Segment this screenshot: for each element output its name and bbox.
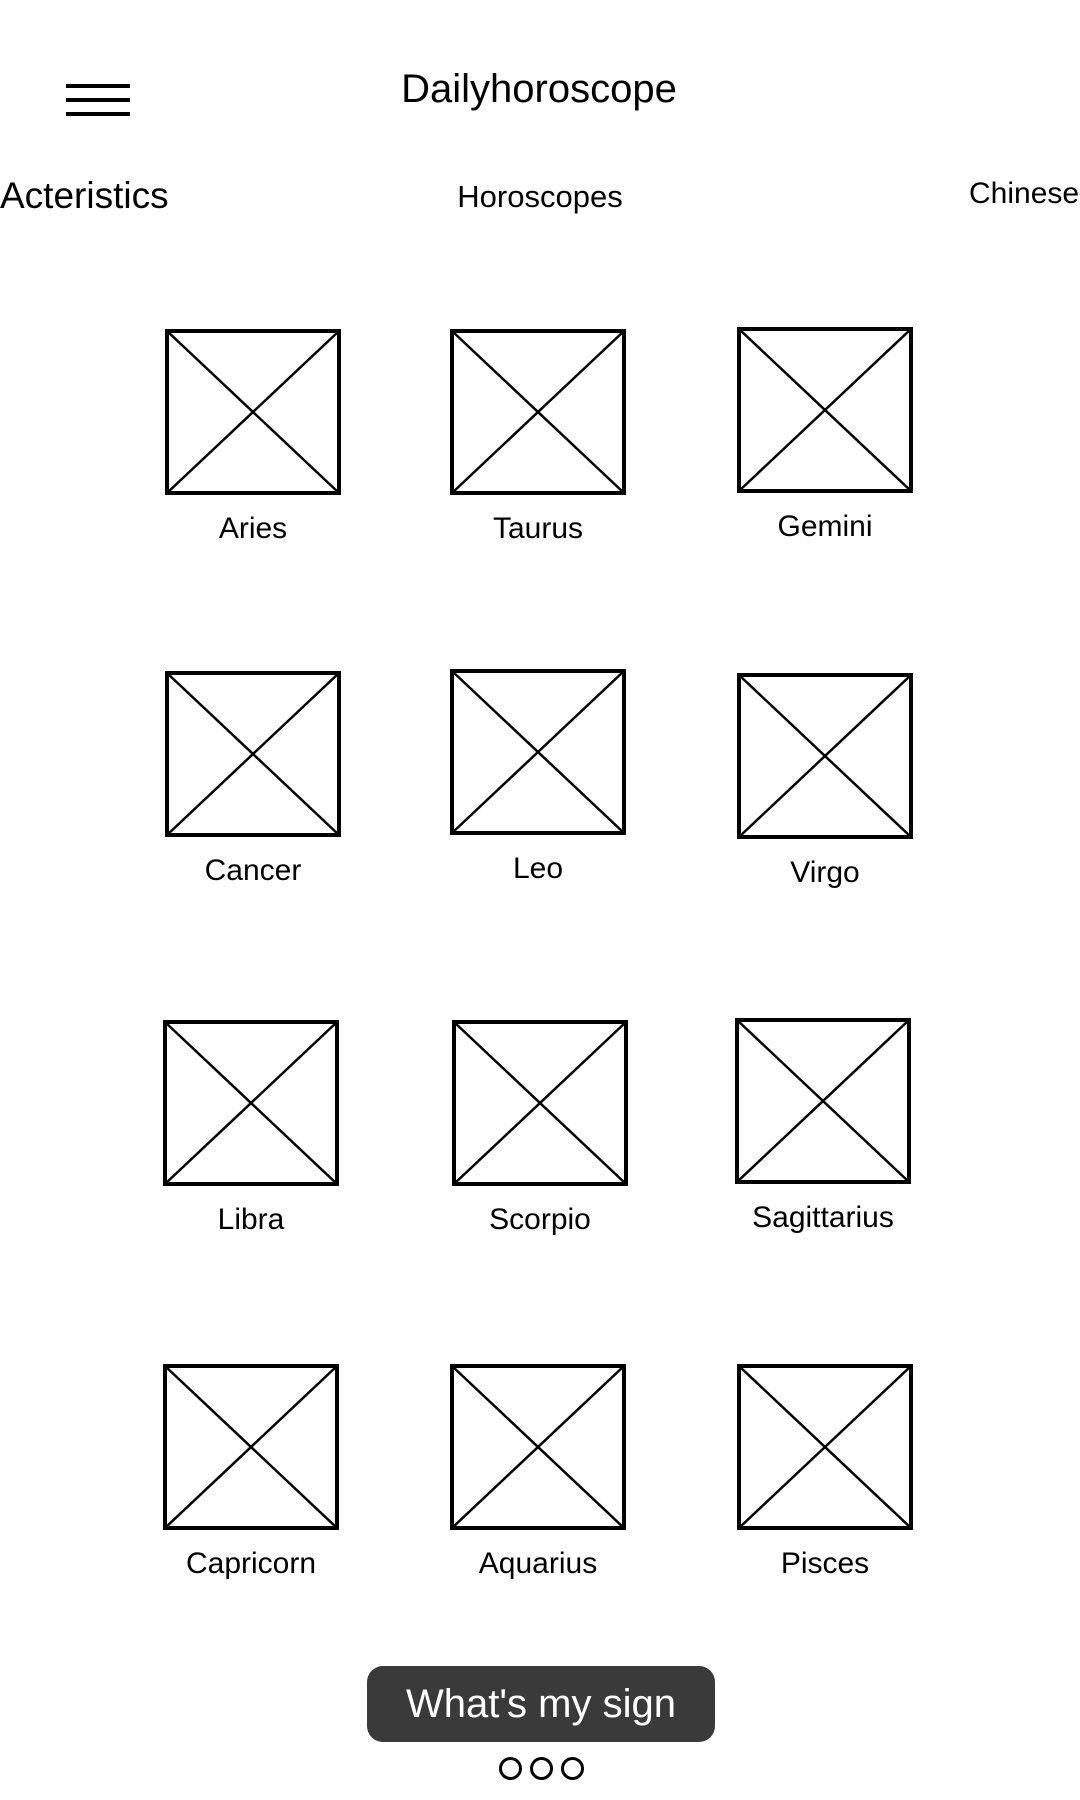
sign-virgo[interactable]: Virgo bbox=[715, 673, 935, 891]
sign-label: Capricorn bbox=[185, 1547, 317, 1580]
sign-label: Virgo bbox=[790, 856, 860, 889]
sign-label: Pisces bbox=[780, 1547, 870, 1580]
sign-label: Taurus bbox=[492, 512, 584, 545]
image-placeholder-icon bbox=[163, 1364, 339, 1530]
image-placeholder-icon bbox=[165, 671, 341, 837]
sign-leo[interactable]: Leo bbox=[428, 669, 648, 887]
image-placeholder-icon bbox=[735, 1018, 911, 1184]
page-dot[interactable] bbox=[530, 1757, 553, 1780]
sign-aquarius[interactable]: Aquarius bbox=[428, 1364, 648, 1582]
sign-label: Aquarius bbox=[478, 1547, 598, 1580]
image-placeholder-icon bbox=[163, 1020, 339, 1186]
page-dot[interactable] bbox=[561, 1757, 584, 1780]
image-placeholder-icon bbox=[737, 673, 913, 839]
sign-capricorn[interactable]: Capricorn bbox=[141, 1364, 361, 1582]
sign-label: Sagittarius bbox=[752, 1201, 894, 1234]
sign-aries[interactable]: Aries bbox=[143, 329, 363, 547]
image-placeholder-icon bbox=[165, 329, 341, 495]
image-placeholder-icon bbox=[450, 669, 626, 835]
tab-characteristics[interactable]: Acteristics bbox=[0, 174, 169, 218]
sign-libra[interactable]: Libra bbox=[141, 1020, 361, 1238]
sign-label: Cancer bbox=[204, 854, 302, 887]
whats-my-sign-button[interactable]: What's my sign bbox=[367, 1666, 715, 1742]
sign-label: Gemini bbox=[777, 510, 873, 543]
sign-sagittarius[interactable]: Sagittarius bbox=[713, 1018, 933, 1236]
app-title: Dailyhoroscope bbox=[0, 64, 1080, 114]
sign-taurus[interactable]: Taurus bbox=[428, 329, 648, 547]
app-title-text: Dailyhoroscope bbox=[401, 67, 677, 111]
sign-label: Leo bbox=[512, 852, 564, 885]
image-placeholder-icon bbox=[452, 1020, 628, 1186]
page-indicator bbox=[499, 1757, 592, 1780]
image-placeholder-icon bbox=[450, 1364, 626, 1530]
sign-scorpio[interactable]: Scorpio bbox=[430, 1020, 650, 1238]
sign-cancer[interactable]: Cancer bbox=[143, 671, 363, 889]
image-placeholder-icon bbox=[737, 327, 913, 493]
sign-pisces[interactable]: Pisces bbox=[715, 1364, 935, 1582]
sign-label: Scorpio bbox=[489, 1203, 591, 1236]
page-dot[interactable] bbox=[499, 1757, 522, 1780]
sign-label: Libra bbox=[217, 1203, 285, 1236]
tab-horoscopes[interactable]: Horoscopes bbox=[398, 178, 682, 216]
sign-gemini[interactable]: Gemini bbox=[715, 327, 935, 545]
sign-label: Aries bbox=[218, 512, 288, 545]
image-placeholder-icon bbox=[737, 1364, 913, 1530]
image-placeholder-icon bbox=[450, 329, 626, 495]
tab-chinese[interactable]: Chinese bbox=[969, 175, 1079, 213]
